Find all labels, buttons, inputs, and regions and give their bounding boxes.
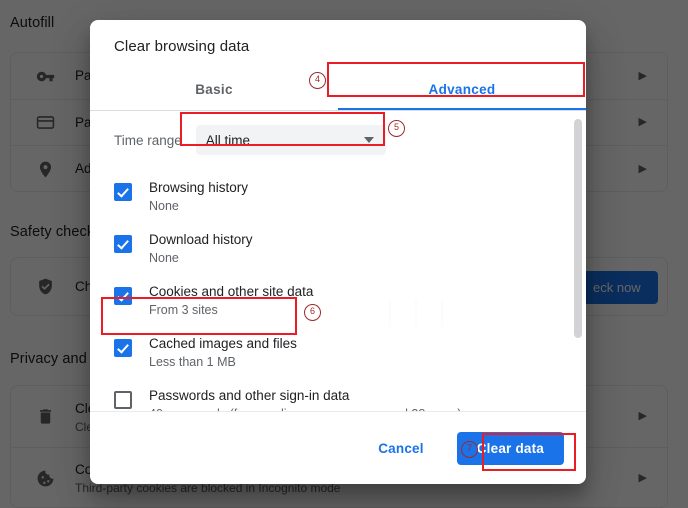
time-range-select[interactable]: All time: [195, 125, 386, 155]
time-range-value: All time: [205, 132, 251, 148]
checkbox-sublabel: Less than 1 MB: [149, 355, 236, 369]
tab-basic[interactable]: Basic: [90, 69, 338, 110]
checkbox-row-cookies[interactable]: Cookies and other site data From 3 sites: [90, 275, 586, 327]
checkbox-label: Browsing history: [149, 180, 249, 195]
checkbox-label: Cached images and files: [149, 336, 297, 351]
checkbox-cached-images[interactable]: [114, 339, 132, 357]
tab-active-underline: [338, 108, 586, 110]
dialog-title: Clear browsing data: [114, 38, 250, 55]
tab-advanced[interactable]: Advanced: [338, 69, 586, 110]
dialog-footer: Cancel Clear data: [90, 411, 586, 484]
dialog-scroll-body: | | | Time range All time Browsing histo…: [90, 111, 586, 411]
dialog-tabs: Basic Advanced: [90, 69, 586, 111]
checkbox-label: Download history: [149, 232, 253, 247]
screenshot-root: Autofill Pass ▶ Payr ▶ Add: [0, 0, 688, 508]
checkbox-sublabel: None: [149, 251, 179, 265]
checkbox-sublabel: From 3 sites: [149, 303, 218, 317]
data-type-checkbox-list: Browsing history None Download history N…: [90, 167, 586, 411]
checkbox-row-cached-images[interactable]: Cached images and files Less than 1 MB: [90, 327, 586, 379]
cancel-button[interactable]: Cancel: [363, 432, 438, 465]
time-range-label: Time range: [114, 132, 182, 148]
chevron-down-icon: [363, 137, 374, 143]
dialog-scrollbar[interactable]: [574, 111, 582, 411]
checkbox-browsing-history[interactable]: [114, 183, 132, 201]
checkbox-label: Cookies and other site data: [149, 284, 314, 299]
time-range-row: Time range All time: [90, 111, 586, 167]
checkbox-row-passwords[interactable]: Passwords and other sign-in data 40 pass…: [90, 379, 586, 411]
clear-browsing-data-dialog: Clear browsing data Basic Advanced | | |…: [90, 20, 586, 484]
scrollbar-thumb[interactable]: [574, 119, 582, 338]
checkbox-row-browsing-history[interactable]: Browsing history None: [90, 171, 586, 223]
clear-data-button[interactable]: Clear data: [456, 431, 564, 465]
checkbox-row-download-history[interactable]: Download history None: [90, 223, 586, 275]
checkbox-cookies[interactable]: [114, 287, 132, 305]
checkbox-label: Passwords and other sign-in data: [149, 388, 350, 403]
checkbox-download-history[interactable]: [114, 235, 132, 253]
checkbox-sublabel: None: [149, 199, 179, 213]
checkbox-passwords[interactable]: [114, 391, 132, 409]
